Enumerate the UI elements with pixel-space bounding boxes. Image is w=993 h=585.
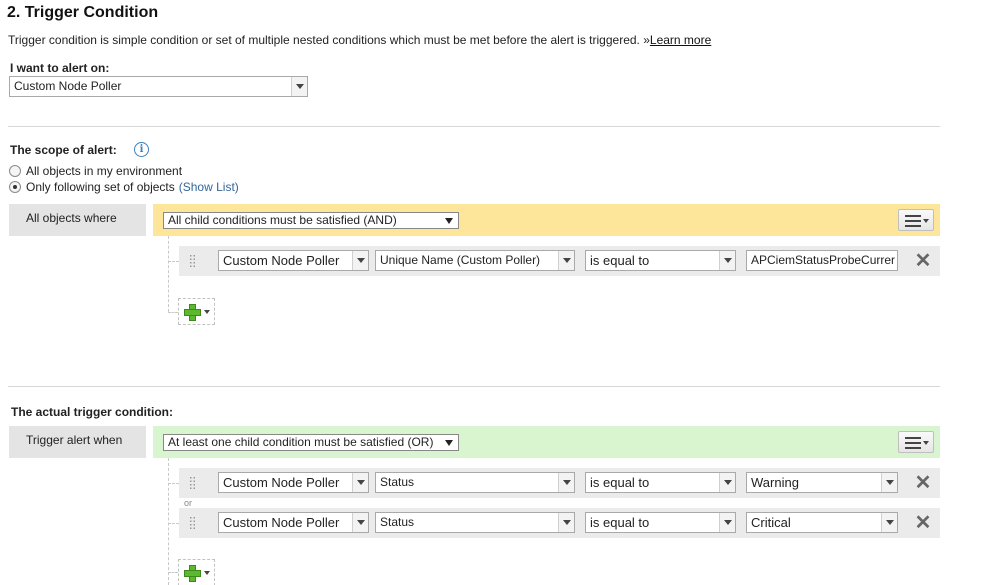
condition-field-value: Unique Name (Custom Poller) xyxy=(380,253,541,267)
tree-connector xyxy=(168,458,169,585)
chevron-down-icon xyxy=(352,473,368,492)
condition-field-select[interactable]: Unique Name (Custom Poller) xyxy=(375,250,575,271)
condition-operator-select[interactable]: is equal to xyxy=(585,250,736,271)
caret-down-icon xyxy=(204,310,210,314)
caret-down-icon xyxy=(445,440,453,446)
chevron-down-icon xyxy=(719,513,735,532)
close-icon[interactable]: ✕ xyxy=(913,250,933,272)
condition-operator-select[interactable]: is equal to xyxy=(585,512,736,533)
show-list-link[interactable]: (Show List) xyxy=(179,180,239,194)
plus-icon xyxy=(183,564,201,582)
condition-operator-select[interactable]: is equal to xyxy=(585,472,736,493)
learn-more-prefix: » xyxy=(643,33,650,47)
drag-handle-icon[interactable] xyxy=(189,476,196,490)
condition-object-select[interactable]: Custom Node Poller xyxy=(218,472,369,493)
condition-operator-value: is equal to xyxy=(590,515,650,530)
chevron-down-icon xyxy=(881,513,897,532)
section-title: 2. Trigger Condition xyxy=(7,4,159,21)
caret-down-icon xyxy=(204,571,210,575)
caret-down-icon xyxy=(923,441,929,445)
condition-object-select[interactable]: Custom Node Poller xyxy=(218,250,369,271)
chevron-down-icon xyxy=(291,77,307,96)
tree-connector xyxy=(168,572,178,573)
condition-operator-value: is equal to xyxy=(590,475,650,490)
close-icon[interactable]: ✕ xyxy=(913,512,933,534)
trigger-group-header: At least one child condition must be sat… xyxy=(153,426,940,458)
alert-on-select[interactable]: Custom Node Poller xyxy=(9,76,308,97)
chevron-down-icon xyxy=(719,251,735,270)
chevron-down-icon xyxy=(881,473,897,492)
condition-value-select[interactable]: Warning xyxy=(746,472,898,493)
section-description: Trigger condition is simple condition or… xyxy=(8,33,711,47)
condition-row: Custom Node Poller Unique Name (Custom P… xyxy=(179,246,940,276)
tree-connector xyxy=(168,236,169,312)
tree-connector xyxy=(168,523,179,524)
condition-field-select[interactable]: Status xyxy=(375,512,575,533)
condition-operator-value: is equal to xyxy=(590,253,650,268)
condition-value-input[interactable]: APCiemStatusProbeCurrer xyxy=(746,250,898,271)
chevron-down-icon xyxy=(352,513,368,532)
condition-value-text: Warning xyxy=(751,475,799,490)
learn-more-link[interactable]: Learn more xyxy=(650,33,711,47)
condition-row: Custom Node Poller Status is equal to Cr… xyxy=(179,508,940,538)
condition-object-value: Custom Node Poller xyxy=(223,475,340,490)
chevron-down-icon xyxy=(558,251,574,270)
divider xyxy=(8,126,940,127)
add-condition-button[interactable] xyxy=(178,559,215,585)
condition-field-value: Status xyxy=(380,515,415,529)
tree-connector xyxy=(168,312,178,313)
group-menu-button[interactable] xyxy=(898,431,934,453)
chevron-down-icon xyxy=(558,513,574,532)
chevron-down-icon xyxy=(352,251,368,270)
caret-down-icon xyxy=(445,218,453,224)
tree-connector xyxy=(168,261,179,262)
or-connector-label: or xyxy=(184,498,193,508)
trigger-group-value: At least one child condition must be sat… xyxy=(168,435,434,449)
scope-group-header: All child conditions must be satisfied (… xyxy=(153,204,940,236)
info-icon[interactable]: i xyxy=(134,142,149,157)
condition-value-select[interactable]: Critical xyxy=(746,512,898,533)
chevron-down-icon xyxy=(719,473,735,492)
scope-group-select[interactable]: All child conditions must be satisfied (… xyxy=(163,212,459,229)
divider xyxy=(8,386,940,387)
condition-value-text: APCiemStatusProbeCurrer xyxy=(751,253,896,267)
description-text: Trigger condition is simple condition or… xyxy=(8,33,640,47)
chevron-down-icon xyxy=(558,473,574,492)
alert-on-label: I want to alert on: xyxy=(10,61,110,75)
trigger-group-select[interactable]: At least one child condition must be sat… xyxy=(163,434,459,451)
trigger-side-label: Trigger alert when xyxy=(9,426,146,458)
condition-object-value: Custom Node Poller xyxy=(223,253,340,268)
hamburger-icon xyxy=(905,437,921,449)
scope-option-label: Only following set of objects xyxy=(26,180,175,194)
close-icon[interactable]: ✕ xyxy=(913,472,933,494)
add-condition-button[interactable] xyxy=(178,298,215,325)
group-menu-button[interactable] xyxy=(898,209,934,231)
scope-group-value: All child conditions must be satisfied (… xyxy=(168,213,397,227)
radio-button-selected[interactable] xyxy=(9,181,21,193)
trigger-label: The actual trigger condition: xyxy=(11,405,174,419)
drag-handle-icon[interactable] xyxy=(189,254,196,268)
condition-row: Custom Node Poller Status is equal to Wa… xyxy=(179,468,940,498)
condition-object-value: Custom Node Poller xyxy=(223,515,340,530)
scope-side-label: All objects where xyxy=(9,204,146,236)
radio-button[interactable] xyxy=(9,165,21,177)
plus-icon xyxy=(183,303,201,321)
tree-connector xyxy=(168,483,179,484)
scope-label: The scope of alert: xyxy=(10,143,117,157)
condition-field-select[interactable]: Status xyxy=(375,472,575,493)
condition-value-text: Critical xyxy=(751,515,791,530)
scope-option-all[interactable]: All objects in my environment xyxy=(9,164,182,178)
drag-handle-icon[interactable] xyxy=(189,516,196,530)
condition-field-value: Status xyxy=(380,475,415,489)
alert-on-value: Custom Node Poller xyxy=(14,79,122,93)
scope-option-label: All objects in my environment xyxy=(26,164,183,178)
condition-object-select[interactable]: Custom Node Poller xyxy=(218,512,369,533)
caret-down-icon xyxy=(923,219,929,223)
scope-option-following[interactable]: Only following set of objects (Show List… xyxy=(9,180,239,194)
hamburger-icon xyxy=(905,215,921,227)
